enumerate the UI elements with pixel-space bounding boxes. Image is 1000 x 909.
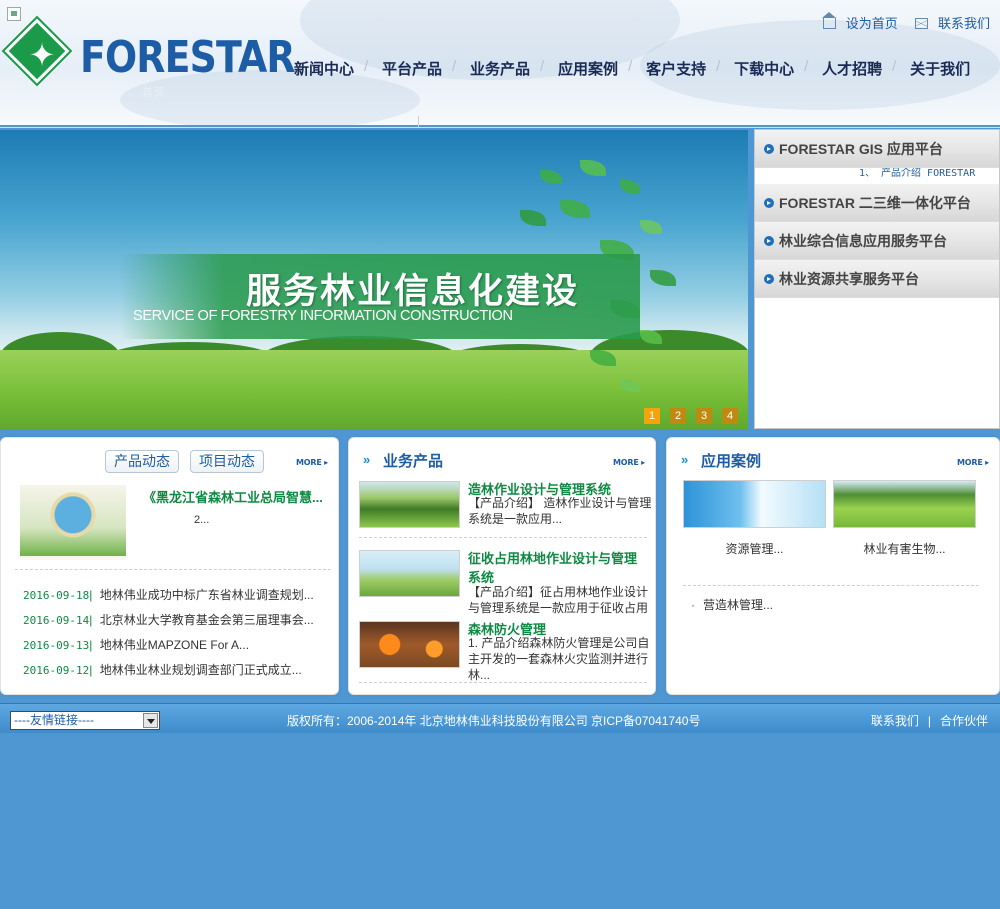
friend-links-select[interactable]: ----友情链接----: [10, 711, 160, 730]
news-row[interactable]: 2016-09-18| 地林伟业成功中标广东省林业调查规划...: [23, 586, 323, 603]
news-row[interactable]: 2016-09-13| 地林伟业MAPZONE For A...: [23, 636, 323, 653]
divider: [0, 127, 1000, 128]
platform-item-info-service[interactable]: 林业综合信息应用服务平台: [755, 222, 999, 260]
footer-links: 联系我们 | 合作伙伴: [871, 712, 988, 729]
case-list-label: 营造林管理...: [703, 598, 774, 612]
bullet-icon: ·: [691, 598, 695, 612]
main-nav: 新闻中心 平台产品 业务产品 应用案例 客户支持 下载中心 人才招聘 关于我们: [280, 58, 984, 79]
news-headline[interactable]: 《黑龙江省森林工业总局智慧...: [143, 487, 333, 506]
friend-links-value: ----友情链接----: [14, 713, 94, 727]
copyright-text: 版权所有：2006-2014年 北京地林伟业科技股份有限公司 京ICP备0704…: [287, 714, 701, 728]
news-date: 2016-09-14: [23, 614, 90, 627]
contact-us-link[interactable]: 联系我们: [938, 16, 990, 31]
banner-dot[interactable]: 4: [722, 408, 738, 424]
case-list-item[interactable]: · 营造林管理...: [691, 596, 773, 613]
nav-platform-products[interactable]: 平台产品: [364, 58, 456, 79]
nav-support[interactable]: 客户支持: [628, 58, 720, 79]
platform-item-2d3d[interactable]: FORESTAR 二三维一体化平台: [755, 184, 999, 222]
nav-cases[interactable]: 应用案例: [540, 58, 632, 79]
footer-partners-link[interactable]: 合作伙伴: [940, 714, 988, 728]
news-title: 地林伟业林业规划调查部门正式成立...: [99, 663, 302, 677]
logo-text: FORESTAR: [80, 32, 296, 83]
top-links: 设为首页 联系我们: [809, 12, 990, 32]
business-item-desc: 【产品介绍】 造林作业设计与管理系统是一款应用...: [468, 496, 652, 526]
business-products-card: » 业务产品 MORE ▸ 造林作业设计与管理系统 【产品介绍】 造林作业设计与…: [348, 437, 656, 695]
card-title: 应用案例: [701, 453, 762, 470]
footer-contact-link[interactable]: 联系我们: [871, 714, 919, 728]
nav-careers[interactable]: 人才招聘: [804, 58, 896, 79]
arrow-bullet-icon: [764, 144, 774, 154]
case-label[interactable]: 资源管理...: [683, 540, 826, 557]
divider: [359, 682, 647, 683]
news-headline-cont: 2...: [194, 514, 210, 526]
more-link[interactable]: MORE ▸: [957, 458, 989, 467]
banner-pager: 1 2 3 4: [644, 408, 738, 424]
hero-banner[interactable]: 服务林业信息化建设 SERVICE OF FORESTRY INFORMATIO…: [0, 130, 748, 430]
news-date: 2016-09-12: [23, 664, 90, 677]
business-thumbnail[interactable]: [359, 621, 460, 668]
news-title: 地林伟业成功中标广东省林业调查规划...: [99, 588, 314, 602]
business-item-desc: 【产品介绍】征占用林地作业设计与管理系统是一款应用于征收占用: [468, 585, 649, 615]
site-footer: ----友情链接---- 版权所有：2006-2014年 北京地林伟业科技股份有…: [0, 703, 1000, 733]
more-label: MORE: [613, 458, 639, 467]
case-label[interactable]: 林业有害生物...: [833, 540, 976, 557]
business-item-desc: 1. 产品介绍森林防火管理是公司自主开发的一套森林火灾监测并进行林...: [468, 636, 650, 682]
case-thumbnail[interactable]: [683, 480, 826, 528]
news-title: 北京林业大学教育基金会第三届理事会...: [99, 613, 314, 627]
news-row[interactable]: 2016-09-14| 北京林业大学教育基金会第三届理事会...: [23, 611, 323, 628]
platform-item-label: 林业资源共享服务平台: [779, 271, 919, 287]
platform-item-label: FORESTAR 二三维一体化平台: [779, 195, 971, 211]
more-link[interactable]: MORE ▸: [613, 458, 645, 467]
double-chevron-icon: »: [681, 452, 689, 467]
news-title: 地林伟业MAPZONE For A...: [99, 638, 250, 652]
news-thumbnail[interactable]: [20, 485, 126, 560]
divider: [683, 585, 979, 586]
ghost-text: 首页: [142, 87, 164, 99]
platform-panel: FORESTAR GIS 应用平台 1、 产品介绍 FORESTAR FORES…: [754, 129, 1000, 429]
case-thumbnail[interactable]: [833, 480, 976, 528]
more-link[interactable]: MORE ▸: [296, 458, 328, 467]
business-thumbnail[interactable]: [359, 550, 460, 597]
tab-project-news[interactable]: 项目动态: [190, 450, 264, 473]
banner-subtitle: SERVICE OF FORESTRY INFORMATION CONSTRUC…: [133, 307, 513, 324]
separator: |: [927, 714, 931, 728]
platform-item-label: 林业综合信息应用服务平台: [779, 233, 947, 249]
business-item-name[interactable]: 征收占用林地作业设计与管理系统: [468, 549, 648, 587]
arrow-bullet-icon: [764, 274, 774, 284]
tab-product-news[interactable]: 产品动态: [105, 450, 179, 473]
logo[interactable]: ✦ FORESTAR: [1, 15, 296, 88]
banner-dot[interactable]: 2: [670, 408, 686, 424]
site-header: ✦ FORESTAR 首页 设为首页 联系我们 新闻中心 平台产品 业务产品 应…: [0, 0, 1000, 125]
set-homepage-link[interactable]: 设为首页: [846, 16, 898, 31]
nav-downloads[interactable]: 下载中心: [716, 58, 808, 79]
platform-item-gis[interactable]: FORESTAR GIS 应用平台: [755, 130, 999, 168]
card-title: 业务产品: [383, 453, 444, 470]
divider: [359, 537, 647, 538]
divider: [15, 569, 331, 570]
banner-dot[interactable]: 1: [644, 408, 660, 424]
platform-item-resource-share[interactable]: 林业资源共享服务平台: [755, 260, 999, 298]
broken-image-icon: [7, 7, 21, 21]
platform-item-desc: 1、 产品介绍 FORESTAR: [859, 168, 976, 179]
arrow-bullet-icon: [764, 198, 774, 208]
more-label: MORE: [296, 458, 322, 467]
more-label: MORE: [957, 458, 983, 467]
leaf-icon: ✦: [28, 36, 56, 74]
news-date: 2016-09-13: [23, 639, 90, 652]
platform-item-label: FORESTAR GIS 应用平台: [779, 141, 943, 157]
arrow-bullet-icon: [764, 236, 774, 246]
business-thumbnail[interactable]: [359, 481, 460, 528]
news-card: 产品动态 项目动态 MORE ▸ 《黑龙江省森林工业总局智慧... 2... 2…: [0, 437, 339, 695]
nav-about[interactable]: 关于我们: [892, 58, 984, 79]
nav-business-products[interactable]: 业务产品: [452, 58, 544, 79]
news-row[interactable]: 2016-09-12| 地林伟业林业规划调查部门正式成立...: [23, 661, 323, 678]
nav-news[interactable]: 新闻中心: [280, 58, 368, 79]
cases-card: » 应用案例 MORE ▸ 资源管理... 林业有害生物... · 营造林管理..…: [666, 437, 1000, 695]
double-chevron-icon: »: [363, 452, 371, 467]
home-icon: [822, 12, 837, 29]
news-date: 2016-09-18: [23, 589, 90, 602]
banner-dot[interactable]: 3: [696, 408, 712, 424]
chevron-down-icon: [143, 713, 158, 728]
mail-icon: [915, 18, 929, 29]
